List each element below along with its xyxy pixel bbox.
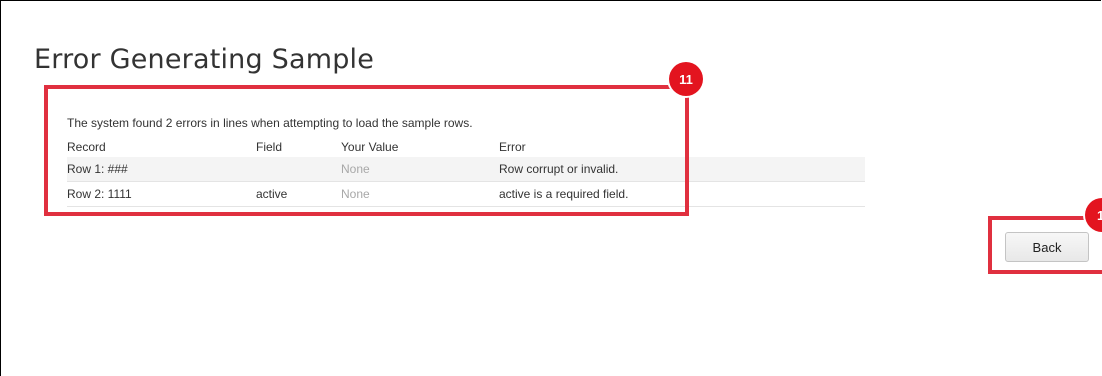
highlight-box-back-button — [988, 216, 1102, 274]
page-title: Error Generating Sample — [34, 44, 375, 76]
highlight-box-error-table — [44, 85, 689, 216]
step-badge-11: 11 — [669, 62, 703, 96]
